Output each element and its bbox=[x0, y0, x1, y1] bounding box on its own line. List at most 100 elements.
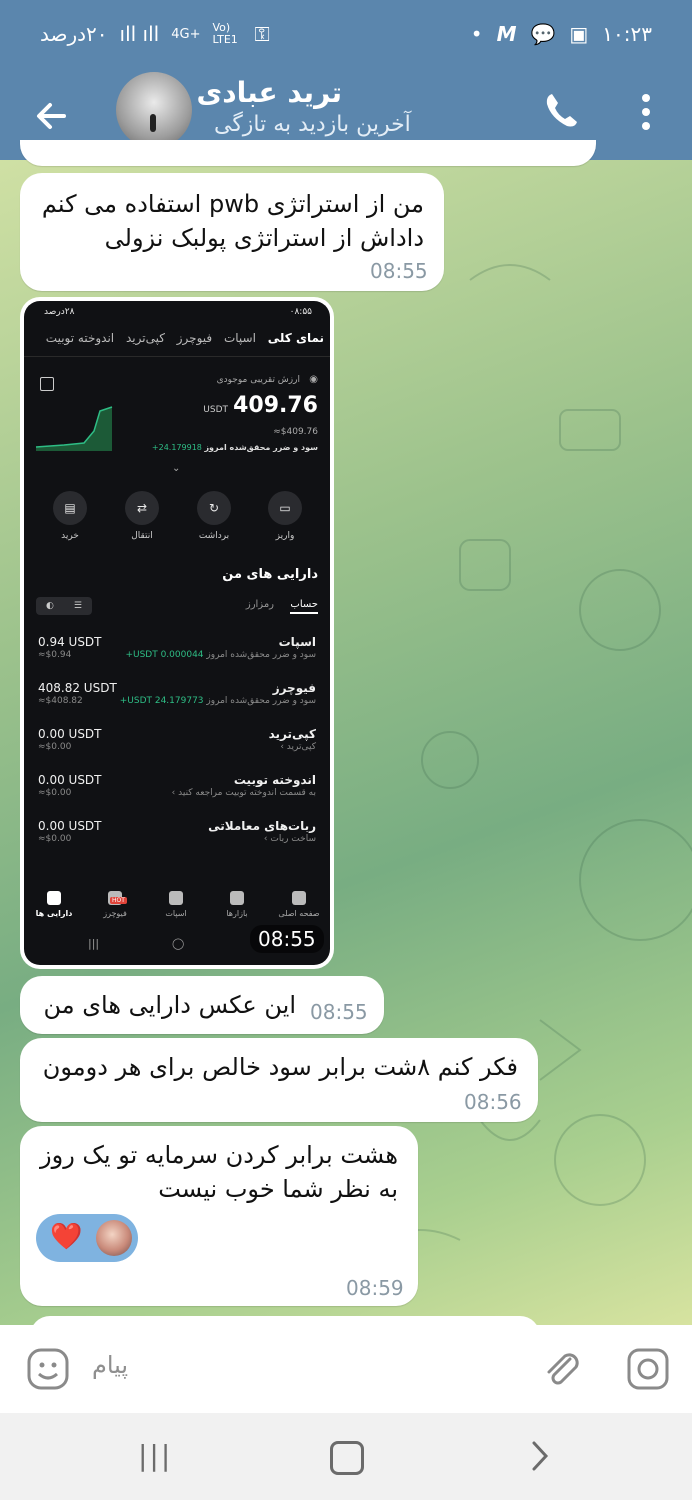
message-bubble[interactable]: هشت برابر کردن سرمایه تو یک روز به نظر ش… bbox=[20, 1126, 418, 1306]
asset-name: اندوخته توبیت bbox=[233, 773, 316, 787]
home-icon bbox=[292, 891, 306, 905]
message-time: 08:55 bbox=[370, 259, 428, 283]
history-icon bbox=[40, 377, 54, 391]
asset-name: اسپات bbox=[278, 635, 316, 649]
message-time: 08:55 bbox=[310, 1000, 368, 1024]
system-navigation-bar: ||| bbox=[0, 1413, 692, 1500]
balance-label: ارزش تقریبی موجودی bbox=[216, 375, 300, 385]
contact-avatar[interactable] bbox=[116, 72, 192, 148]
camera-icon[interactable] bbox=[626, 1347, 670, 1391]
markets-icon bbox=[230, 891, 244, 905]
view-toggle: ◐ ☰ bbox=[36, 597, 92, 615]
message-bubble-partial bbox=[20, 140, 596, 166]
signal-icon: ıll ıll bbox=[119, 22, 160, 46]
asset-sub: سود و ضرر محقق‌شده امروز USDT 24.179773+ bbox=[120, 696, 316, 706]
shot-tab: اندوخته توبیت bbox=[45, 331, 115, 345]
wallet-screenshot: ۲۸درصد ۰۸:۵۵ نمای کلی اسپات فیوچرز کپی‌ت… bbox=[24, 301, 330, 965]
asset-amount: 408.82 USDT bbox=[38, 681, 117, 695]
more-vertical-icon[interactable] bbox=[640, 92, 652, 132]
reactor-avatar bbox=[96, 1220, 132, 1256]
shot-nav-item: فیوچرز bbox=[90, 891, 140, 918]
reaction-chip[interactable]: ❤️ bbox=[36, 1214, 138, 1262]
asset-sub: به قسمت اندوخته توبیت مراجعه کنید › bbox=[171, 788, 316, 798]
message-time: 08:59 bbox=[346, 1276, 404, 1300]
image-time: 08:55 bbox=[250, 925, 324, 953]
message-text: این عکس دارایی های من bbox=[43, 991, 296, 1019]
asset-sub: کپی‌ترید › bbox=[280, 742, 316, 752]
action-label: واریز bbox=[275, 531, 295, 541]
chevron-down-icon: ⌄ bbox=[172, 463, 181, 474]
shot-nav-item: اسپات bbox=[151, 891, 201, 918]
asset-approx: ≈$0.00 bbox=[38, 834, 72, 844]
asset-name: فیوچرز bbox=[272, 681, 316, 695]
asset-name: ربات‌های معاملاتی bbox=[208, 819, 316, 833]
message-bubble[interactable]: این عکس دارایی های من 08:55 bbox=[20, 976, 384, 1034]
balance-sparkline bbox=[35, 406, 113, 451]
asset-sub-value: USDT 24.179773+ bbox=[119, 696, 204, 706]
shot-nav-label: اسپات bbox=[165, 909, 187, 918]
assets-title: دارایی های من bbox=[222, 567, 318, 582]
message-time: 08:56 bbox=[464, 1090, 522, 1114]
battery-indicator: ۲۰درصد bbox=[40, 22, 108, 46]
image-message[interactable]: ۲۸درصد ۰۸:۵۵ نمای کلی اسپات فیوچرز کپی‌ت… bbox=[20, 297, 334, 969]
pnl-label: سود و ضرر محقق‌شده امروز bbox=[204, 443, 318, 452]
message-bubble[interactable]: فکر کنم ۸شت برابر سود خالص برای هر دومون… bbox=[20, 1038, 538, 1122]
asset-amount: 0.94 USDT bbox=[38, 635, 102, 649]
shot-nav-label: فیوچرز bbox=[103, 909, 127, 918]
asset-row: 0.00 USDT ≈$0.00 کپی‌ترید کپی‌ترید › bbox=[34, 727, 320, 767]
shot-tab: کپی‌ترید bbox=[125, 331, 165, 345]
asset-sub-value: USDT 0.000044+ bbox=[125, 650, 204, 660]
shot-tab: فیوچرز bbox=[176, 331, 213, 345]
pie-icon: ◐ bbox=[46, 601, 54, 611]
status-bar: ۲۰درصد ıll ıll 4G+ Vo) LTE1 ⚿ • M 💬 ▣ ۱۰… bbox=[0, 0, 692, 72]
deposit-action: ▭ واریز bbox=[265, 491, 305, 541]
emoji-icon[interactable] bbox=[26, 1347, 70, 1391]
transfer-action: ⇄ انتقال bbox=[122, 491, 162, 541]
asset-sub-label: سود و ضرر محقق‌شده امروز bbox=[206, 696, 316, 706]
key-icon: ⚿ bbox=[254, 22, 270, 46]
message-bubble[interactable]: من از استراتژی pwb استفاده می کنم داداش … bbox=[20, 173, 444, 291]
asset-row: 408.82 USDT ≈$408.82 فیوچرز سود و ضرر مح… bbox=[34, 681, 320, 721]
asset-approx: ≈$0.94 bbox=[38, 650, 72, 660]
shot-nav-label: دارایی ها bbox=[35, 909, 73, 918]
asset-approx: ≈$0.00 bbox=[38, 788, 72, 798]
action-label: انتقال bbox=[131, 531, 153, 541]
back-nav-icon[interactable] bbox=[528, 1439, 552, 1473]
balance-value: USDT 409.76 bbox=[203, 393, 318, 418]
gallery-icon: ▣ bbox=[569, 22, 589, 46]
asset-amount: 0.00 USDT bbox=[38, 727, 102, 741]
chat-icon: 💬 bbox=[530, 22, 556, 46]
volte-indicator: Vo) LTE1 bbox=[212, 21, 238, 46]
hot-badge: HOT bbox=[110, 897, 127, 904]
shot-nav-item: دارایی ها bbox=[29, 891, 79, 918]
shot-tab: اسپات bbox=[223, 331, 256, 345]
contact-status: آخرین بازدید به تازگی bbox=[214, 112, 411, 137]
contact-name[interactable]: ترید عبادی bbox=[197, 76, 342, 109]
recent-apps-icon[interactable]: ||| bbox=[138, 1439, 172, 1472]
home-button[interactable] bbox=[330, 1441, 364, 1475]
balance-amount: 409.76 bbox=[233, 393, 318, 418]
message-input[interactable]: پیام bbox=[92, 1351, 128, 1379]
balance-unit: USDT bbox=[203, 405, 228, 415]
asset-amount: 0.00 USDT bbox=[38, 773, 102, 787]
asset-row: 0.00 USDT ≈$0.00 اندوخته توبیت به قسمت ا… bbox=[34, 773, 320, 813]
wallet-icon: ▭ bbox=[268, 491, 302, 525]
message-text: فکر کنم ۸شت برابر سود خالص برای هر دومون bbox=[42, 1053, 518, 1081]
card-icon: ▤ bbox=[53, 491, 87, 525]
shot-nav-item: صفحه اصلی bbox=[274, 891, 324, 918]
asset-tab-account: حساب bbox=[290, 599, 318, 614]
asset-approx: ≈$408.82 bbox=[38, 696, 83, 706]
shot-tab: نمای کلی bbox=[267, 331, 324, 345]
shot-status-battery: ۲۸درصد bbox=[44, 307, 75, 317]
back-arrow-icon[interactable] bbox=[30, 94, 74, 138]
shot-nav-label: بازارها bbox=[226, 909, 248, 918]
heart-reaction-icon: ❤️ bbox=[50, 1222, 83, 1252]
message-text: هشت برابر کردن سرمایه تو یک روز bbox=[40, 1141, 398, 1169]
phone-icon[interactable] bbox=[542, 90, 582, 130]
network-type: 4G+ bbox=[171, 26, 201, 42]
asset-name: کپی‌ترید bbox=[268, 727, 316, 741]
attach-icon[interactable] bbox=[540, 1347, 584, 1391]
action-label: برداشت bbox=[198, 531, 230, 541]
balance-approx: ≈$409.76 bbox=[273, 427, 318, 437]
shot-nav-item: بازارها bbox=[212, 891, 262, 918]
